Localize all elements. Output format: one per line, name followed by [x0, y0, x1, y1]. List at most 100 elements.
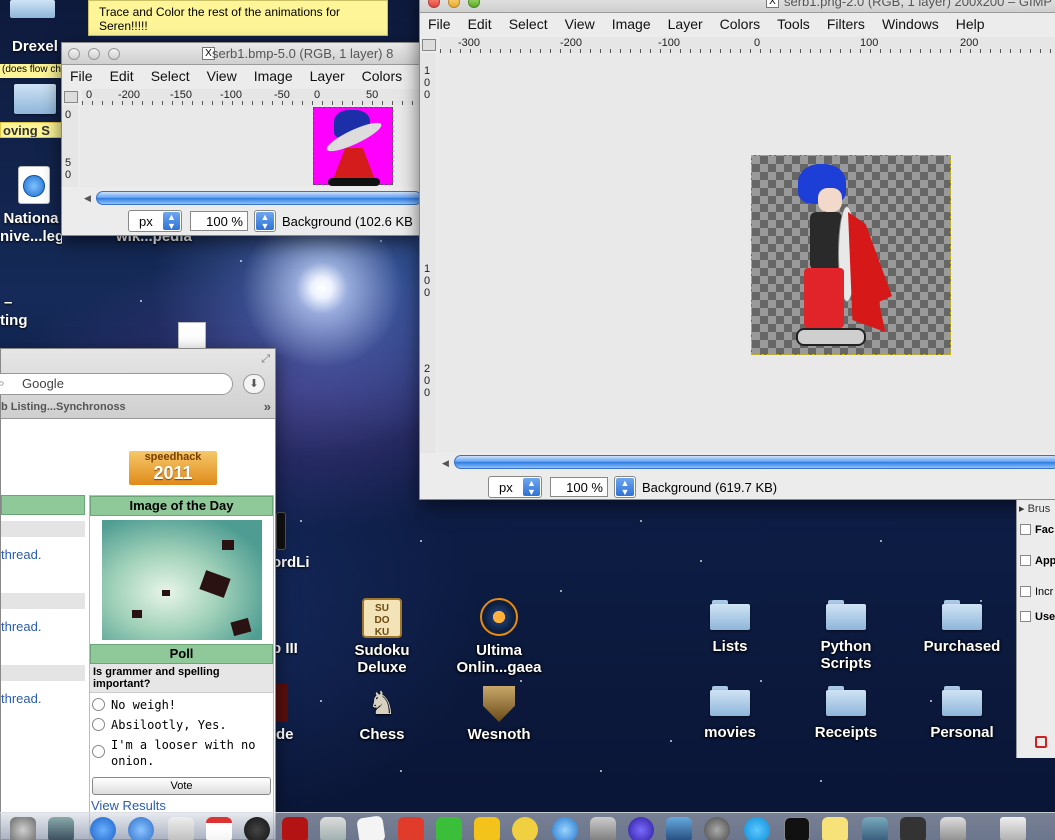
search-input[interactable]: ⌕ Google [0, 373, 233, 395]
app-icon[interactable] [552, 817, 578, 840]
desktop-icon-personal[interactable]: Personal [912, 686, 1012, 741]
menu-select[interactable]: Select [151, 68, 190, 84]
brush-expander[interactable]: ▸ Brus [1019, 502, 1050, 515]
poll-option[interactable]: No weigh! [90, 693, 273, 715]
option-fade[interactable]: Fac [1020, 524, 1054, 536]
unit-select[interactable]: px ▲ ▼ [488, 476, 542, 498]
horizontal-scrollbar[interactable] [96, 191, 422, 205]
gimp-toolbox-partial[interactable]: ▸ Brus Fac App Incr Use [1016, 500, 1055, 758]
menu-file[interactable]: File [428, 16, 451, 32]
preview-icon[interactable] [320, 817, 346, 840]
radio-button[interactable] [92, 718, 105, 731]
gimp-small-canvas[interactable] [80, 105, 422, 187]
sticky-note[interactable]: Trace and Color the rest of the animatio… [88, 0, 388, 36]
menu-file[interactable]: File [70, 68, 93, 84]
desktop-label-moving[interactable]: oving S [0, 122, 62, 138]
desktop-icon-python-scripts[interactable]: Python Scripts [796, 600, 896, 672]
unit-select[interactable]: px ▲ ▼ [128, 210, 182, 232]
app-icon[interactable] [900, 817, 926, 840]
app-icon[interactable] [862, 817, 888, 840]
zoom-button[interactable] [108, 48, 120, 60]
menu-view[interactable]: View [207, 68, 237, 84]
desktop-icon-chess[interactable]: ♞ Chess [332, 686, 432, 743]
radio-button[interactable] [92, 698, 105, 711]
desktop-label-national[interactable]: Nationa nive...leges [0, 210, 62, 246]
menu-edit[interactable]: Edit [110, 68, 134, 84]
download-icon[interactable]: ⬇ [243, 374, 265, 394]
menu-select[interactable]: Select [509, 16, 548, 32]
view-results-link[interactable]: View Results [90, 798, 273, 813]
desktop-icon-sudoku[interactable]: SU DO KU Sudoku Deluxe [332, 598, 432, 676]
desktop-label-ting[interactable]: ting [0, 312, 28, 329]
minimize-button[interactable] [448, 0, 460, 8]
desktop-icon-purchased[interactable]: Purchased [912, 600, 1012, 655]
safari-app-icon[interactable] [18, 166, 50, 204]
poll-option[interactable]: Absilootly, Yes. [90, 715, 273, 735]
desktop-label-drexel[interactable]: Drexel [12, 38, 58, 55]
app-icon[interactable] [474, 817, 500, 840]
gimp-small-titlebar[interactable]: X serb1.bmp-5.0 (RGB, 1 layer) 8 [62, 43, 420, 65]
trash-icon[interactable] [1000, 817, 1026, 840]
app-icon[interactable] [628, 817, 654, 840]
terminal-icon[interactable] [784, 817, 810, 840]
safari-window[interactable]: ⤢ ⌕ Google ⬇ b Listing...Synchronoss » s… [0, 348, 276, 840]
image-thumbnail-magenta[interactable] [313, 107, 393, 186]
menu-tools[interactable]: Tools [777, 16, 810, 32]
horizontal-scrollbar[interactable] [454, 455, 1055, 469]
menu-image[interactable]: Image [254, 68, 293, 84]
app-icon[interactable] [48, 817, 74, 840]
zoom-field[interactable]: 100 % [550, 477, 608, 497]
resize-icon[interactable]: ⤢ [261, 353, 270, 366]
menu-edit[interactable]: Edit [468, 16, 492, 32]
desktop-folder-icon[interactable] [14, 84, 56, 114]
minimize-button[interactable] [88, 48, 100, 60]
document-icon[interactable] [178, 322, 206, 350]
image-of-the-day-picture[interactable] [101, 520, 262, 640]
zoom-button[interactable] [468, 0, 480, 8]
transparent-image-layer[interactable] [751, 155, 951, 355]
app-icon[interactable] [512, 817, 538, 840]
poll-option[interactable]: I'm a looser with no onion. [90, 735, 273, 771]
menu-colors[interactable]: Colors [362, 68, 402, 84]
zoom-field[interactable]: 100 % [190, 211, 248, 231]
close-button[interactable] [428, 0, 440, 8]
scroll-left-arrow[interactable]: ◀ [84, 193, 91, 204]
desktop-icon-dark-app[interactable] [276, 684, 288, 722]
app-icon[interactable] [704, 817, 730, 840]
menu-layer[interactable]: Layer [310, 68, 345, 84]
close-button[interactable] [68, 48, 80, 60]
thread-link[interactable]: thread. [1, 681, 85, 717]
app-store-icon[interactable] [90, 817, 116, 840]
thread-link[interactable]: thread. [1, 537, 85, 573]
app-icon[interactable] [590, 817, 616, 840]
menu-layer[interactable]: Layer [668, 16, 703, 32]
stickies-icon[interactable] [822, 817, 848, 840]
desktop-icon-receipts[interactable]: Receipts [796, 686, 896, 741]
bookmarks-bar[interactable]: b Listing...Synchronoss [1, 401, 126, 413]
gimp-large-window[interactable]: X serb1.png-2.0 (RGB, 1 layer) 200x200 –… [419, 0, 1055, 500]
gimp-small-window[interactable]: X serb1.bmp-5.0 (RGB, 1 layer) 8 File Ed… [61, 42, 422, 236]
desktop-icon-top-folder[interactable] [10, 0, 55, 18]
itunes-icon[interactable] [128, 817, 154, 840]
desktop-icon-ultima[interactable]: Ultima Onlin...gaea [449, 598, 549, 676]
menu-colors[interactable]: Colors [720, 16, 760, 32]
mail-icon[interactable] [168, 817, 194, 840]
scroll-left-arrow[interactable]: ◀ [442, 458, 449, 469]
app-icon[interactable] [436, 817, 462, 840]
delete-icon[interactable] [1035, 736, 1047, 748]
app-icon[interactable] [940, 817, 966, 840]
option-apply[interactable]: App [1020, 555, 1055, 567]
desktop-label-ordli[interactable]: ordLi [272, 554, 310, 571]
ruler-origin-button[interactable] [64, 91, 78, 103]
desktop-icon-dark-partial[interactable] [276, 512, 286, 550]
zoom-dropdown[interactable]: ▲ ▼ [614, 476, 636, 498]
system-preferences-icon[interactable] [10, 817, 36, 840]
menu-windows[interactable]: Windows [882, 16, 939, 32]
option-use[interactable]: Use [1020, 611, 1055, 623]
desktop-label-de[interactable]: de [276, 726, 294, 743]
ruler-origin-button[interactable] [422, 39, 436, 51]
desktop-icon-lists[interactable]: Lists [680, 600, 780, 655]
app-icon[interactable] [398, 817, 424, 840]
menu-image[interactable]: Image [612, 16, 651, 32]
speedhack-logo[interactable]: speedhack 2011 [129, 451, 217, 485]
